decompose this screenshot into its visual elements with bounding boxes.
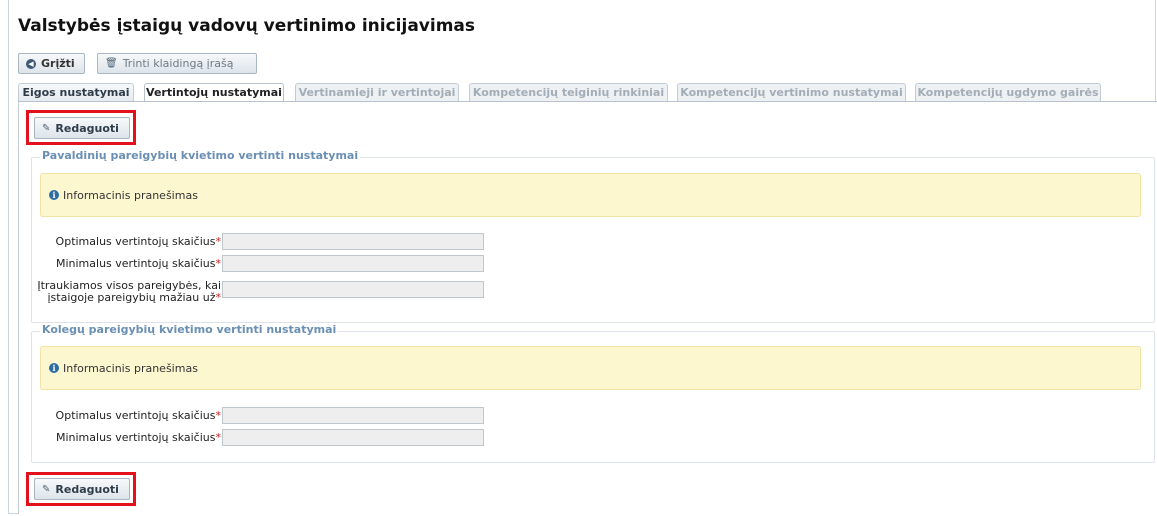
tab-competency-development-guidelines: Kompetencijų ugdymo gairės <box>915 83 1101 102</box>
info-message: i Informacinis pranešimas <box>40 346 1141 390</box>
tab-evaluatees-and-evaluators: Vertinamieji ir vertintojai <box>295 83 459 102</box>
trash-icon: 🗑 <box>105 58 118 69</box>
back-button-label: Grįžti <box>41 57 75 70</box>
highlight-box-bottom <box>26 472 136 506</box>
required-mark: * <box>215 291 222 304</box>
colleagues-legend: Kolegų pareigybių kvietimo vertinti nust… <box>40 323 339 336</box>
tab-competency-statement-sets: Kompetencijų teiginių rinkiniai <box>469 83 668 102</box>
required-mark: * <box>215 257 222 270</box>
optimal-evaluators-input[interactable] <box>222 233 484 250</box>
info-message-text: Informacinis pranešimas <box>63 361 198 375</box>
required-mark: * <box>215 409 222 422</box>
page-title: Valstybės įstaigų vadovų vertinimo inici… <box>18 16 476 36</box>
delete-record-label: Trinti klaidingą įrašą <box>122 57 234 70</box>
info-message: i Informacinis pranešimas <box>40 173 1141 217</box>
info-icon: i <box>49 363 59 373</box>
minimal-evaluators-input[interactable] <box>222 255 484 272</box>
tab-competency-evaluation-settings: Kompetencijų vertinimo nustatymai <box>677 83 906 102</box>
include-all-positions-threshold-input[interactable] <box>222 281 484 298</box>
subordinates-legend: Pavaldinių pareigybių kvietimo vertinti … <box>40 149 361 162</box>
highlight-box-top <box>26 110 136 145</box>
colleagues-optimal-evaluators-input[interactable] <box>222 407 484 424</box>
field-label-minimal-evaluators: Minimalus vertintojų skaičius* <box>55 431 222 444</box>
required-mark: * <box>215 431 222 444</box>
field-label-optimal-evaluators: Optimalus vertintojų skaičius* <box>55 409 222 422</box>
info-icon: i <box>49 190 59 200</box>
info-message-text: Informacinis pranešimas <box>63 188 198 202</box>
back-button[interactable]: ◀ Grįžti <box>18 53 85 74</box>
required-mark: * <box>215 235 222 248</box>
tab-evaluator-settings[interactable]: Vertintojų nustatymai <box>144 83 284 103</box>
arrow-left-circle-icon: ◀ <box>26 58 36 69</box>
tab-process-settings[interactable]: Eigos nustatymai <box>18 83 134 102</box>
colleagues-minimal-evaluators-input[interactable] <box>222 429 484 446</box>
delete-record-button[interactable]: 🗑 Trinti klaidingą įrašą <box>97 53 257 74</box>
field-label-include-all-positions: Įtraukiamos visos pareigybės, kai įstaig… <box>37 279 222 304</box>
field-label-minimal-evaluators: Minimalus vertintojų skaičius* <box>55 257 222 270</box>
field-label-optimal-evaluators: Optimalus vertintojų skaičius* <box>55 235 222 248</box>
